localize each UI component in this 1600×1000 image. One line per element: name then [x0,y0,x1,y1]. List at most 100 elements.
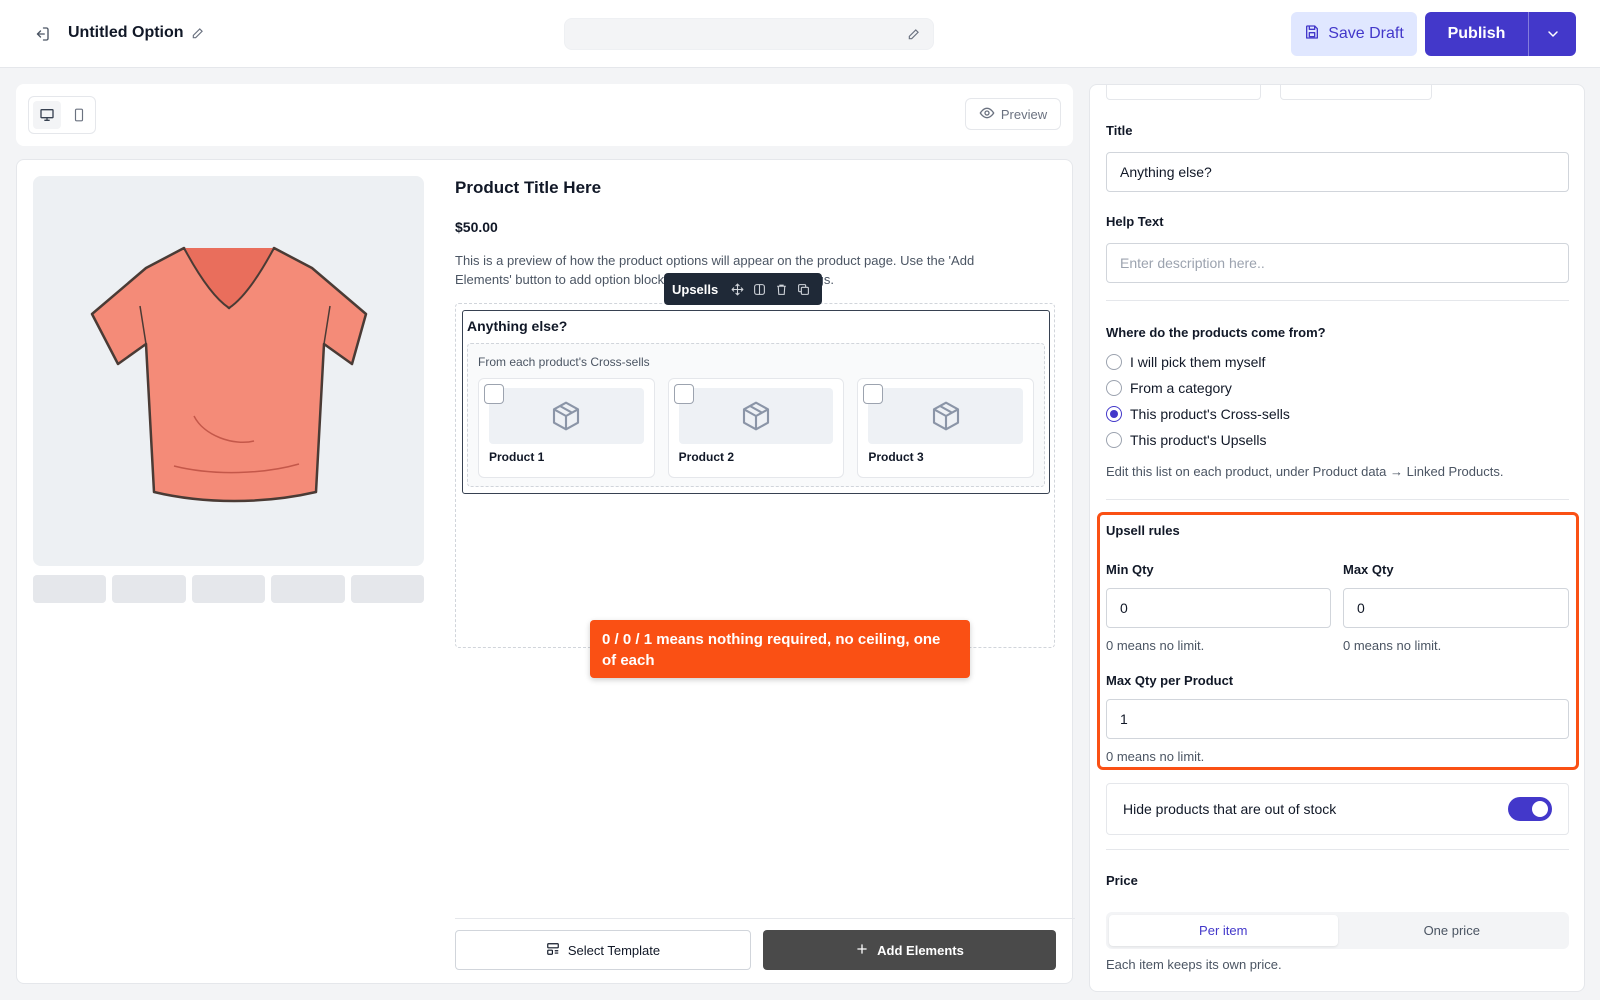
max-per-product-label: Max Qty per Product [1106,673,1234,688]
min-qty-label: Min Qty [1106,562,1154,577]
max-per-product-hint: 0 means no limit. [1106,749,1205,764]
slug-field[interactable] [564,18,934,50]
divider [1106,849,1569,850]
tshirt-image [90,246,367,503]
settings-tab[interactable] [1106,85,1261,100]
thumbnail[interactable] [33,575,107,603]
annotation-callout: 0 / 0 / 1 means nothing required, no cei… [590,620,970,678]
source-option-upsells[interactable]: This product's Upsells [1106,432,1267,448]
price-option-per-item[interactable]: Per item [1109,915,1338,946]
product-title: Product Title Here [455,178,602,197]
canvas-divider [455,918,1075,919]
box-icon [489,388,644,444]
save-draft-button[interactable]: Save Draft [1291,12,1417,56]
thumbnail[interactable] [350,575,425,603]
pencil-icon[interactable] [907,27,921,41]
thumbnail[interactable] [271,575,345,603]
product-price: $50.00 [455,219,498,235]
divider [1106,300,1569,301]
move-icon[interactable] [730,282,744,296]
template-icon [546,942,560,959]
settings-tab[interactable] [1280,85,1432,100]
price-label: Price [1106,873,1138,888]
preview-toolbar: Preview [16,84,1073,146]
select-template-button[interactable]: Select Template [455,930,751,970]
max-qty-input[interactable]: 0 [1343,588,1569,628]
publish-group: Publish [1425,12,1576,56]
eye-icon [979,105,995,124]
top-bar: Untitled Option Save Draft Publish [0,0,1600,68]
min-qty-input[interactable]: 0 [1106,588,1331,628]
box-icon [678,388,834,444]
block-toolbar: Upsells [664,273,822,305]
block-type-label: Upsells [672,281,719,297]
title-label: Title [1106,123,1133,138]
thumbnail-strip [33,575,425,603]
add-elements-label: Add Elements [877,942,964,958]
max-per-product-input[interactable]: 1 [1106,699,1569,739]
duplicate-icon[interactable] [796,282,810,296]
product-checkbox[interactable] [484,384,504,404]
divider [1106,499,1569,500]
product-card-label: Product 3 [868,450,924,464]
device-toggle [28,96,96,134]
publish-button[interactable]: Publish [1425,12,1529,56]
price-option-one-price[interactable]: One price [1338,915,1567,946]
max-qty-label: Max Qty [1343,562,1394,577]
hide-out-of-stock-toggle[interactable] [1508,797,1552,821]
thumbnail[interactable] [112,575,186,603]
product-cards: Product 1 Product 2 Product 3 [478,378,1035,478]
add-elements-button[interactable]: Add Elements [763,930,1056,970]
product-image [33,176,424,566]
radio-button[interactable] [1106,432,1122,448]
source-option-pick[interactable]: I will pick them myself [1106,354,1265,370]
radio-button[interactable] [1106,380,1122,396]
mobile-icon[interactable] [65,101,93,129]
max-qty-hint: 0 means no limit. [1343,638,1442,653]
upsells-block[interactable]: Anything else? From each product's Cross… [462,310,1050,494]
title-input[interactable]: Anything else? [1106,152,1569,192]
help-text-input[interactable]: Enter description here.. [1106,243,1569,283]
radio-label: This product's Upsells [1130,432,1267,448]
columns-icon[interactable] [752,282,766,296]
radio-label: This product's Cross-sells [1130,406,1290,422]
help-text-label: Help Text [1106,214,1164,229]
save-icon [1304,24,1320,45]
box-icon [868,388,1024,444]
product-card[interactable]: Product 3 [857,378,1035,478]
preview-button[interactable]: Preview [965,98,1061,130]
radio-label: I will pick them myself [1130,354,1266,370]
settings-panel: Title Anything else? Help Text Enter des… [1089,84,1585,992]
upsell-rules-label: Upsell rules [1106,523,1180,538]
plus-icon [855,942,869,959]
min-qty-hint: 0 means no limit. [1106,638,1205,653]
save-draft-label: Save Draft [1328,25,1404,42]
hide-out-of-stock-label: Hide products that are out of stock [1123,801,1337,817]
source-option-cross-sells[interactable]: This product's Cross-sells [1106,406,1290,422]
product-card[interactable]: Product 2 [667,378,845,478]
pencil-icon[interactable] [191,26,207,42]
product-card-label: Product 2 [678,450,735,464]
thumbnail[interactable] [191,575,266,603]
preview-label: Preview [1000,106,1048,122]
radio-label: From a category [1130,380,1232,396]
radio-button[interactable] [1106,354,1122,370]
page-title: Untitled Option [68,24,184,41]
product-card-label: Product 1 [489,450,545,464]
product-checkbox[interactable] [673,384,694,404]
block-content: From each product's Cross-sells Product … [467,343,1045,487]
exit-icon[interactable] [30,22,54,46]
source-question: Where do the products come from? [1106,325,1326,340]
source-option-category[interactable]: From a category [1106,380,1232,396]
product-checkbox[interactable] [863,384,884,404]
trash-icon[interactable] [774,282,788,296]
price-mode-toggle: Per item One price [1106,912,1569,949]
desktop-icon[interactable] [33,101,61,129]
radio-button[interactable] [1106,406,1122,422]
select-template-label: Select Template [567,942,661,958]
product-card[interactable]: Product 1 [478,378,655,478]
block-title: Anything else? [467,318,568,334]
chevron-down-icon[interactable] [1529,12,1576,56]
price-hint: Each item keeps its own price. [1106,957,1282,972]
option-drop-zone: Anything else? From each product's Cross… [455,303,1055,648]
